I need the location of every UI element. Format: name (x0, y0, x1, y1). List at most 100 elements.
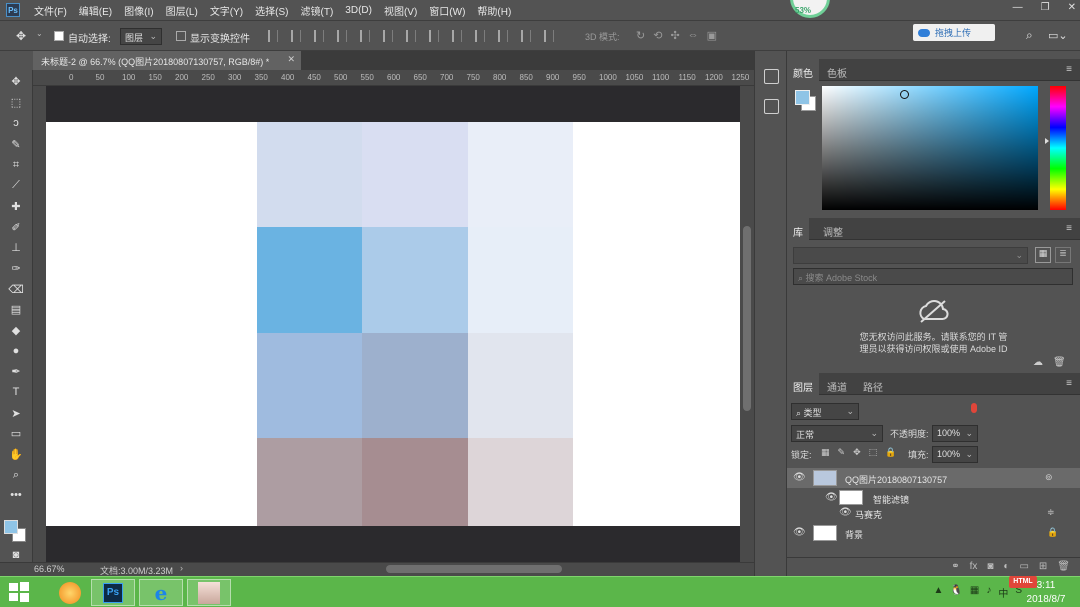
tab-swatches[interactable]: 色板 (821, 59, 853, 81)
distribute-hcenter-icon[interactable] (498, 30, 508, 42)
ime-icon[interactable]: 中 (998, 585, 1008, 600)
tab-color[interactable]: 颜色 (787, 59, 819, 81)
chevron-down-icon[interactable]: ⌄ (36, 29, 43, 38)
crop-tool-icon[interactable]: ⌗ (6, 156, 26, 174)
zoom-level[interactable]: 66.67% (34, 564, 65, 574)
color-panel-foreground[interactable] (795, 90, 810, 105)
panel-menu-icon[interactable]: ≡ (1066, 378, 1072, 389)
hand-tool-icon[interactable]: ✋ (6, 445, 26, 463)
marquee-tool-icon[interactable]: ⬚ (6, 93, 26, 111)
stock-search-input[interactable]: ⌕ 搜索 Adobe Stock (793, 268, 1073, 285)
lock-all-icon[interactable]: 🔒 (885, 447, 896, 458)
menu-filter[interactable]: 滤镜(T) (295, 3, 340, 18)
layer-row-mosaic-filter[interactable]: 👁 马赛克 ≑ (787, 505, 1080, 521)
link-layers-icon[interactable]: ⚭ (951, 561, 959, 575)
eraser-tool-icon[interactable]: ⌫ (6, 280, 26, 298)
cloud-sync-icon[interactable]: ☁ (1033, 357, 1043, 368)
align-top-icon[interactable] (268, 30, 278, 42)
align-right-icon[interactable] (383, 30, 393, 42)
volume-icon[interactable]: ♪ (986, 585, 991, 600)
vertical-scrollbar[interactable] (740, 86, 754, 562)
layer-row-qq-image[interactable]: 👁 QQ图片20180807130757 ⊚ (787, 468, 1080, 488)
add-mask-icon[interactable]: ◙ (987, 561, 993, 575)
panel-menu-icon[interactable]: ≡ (1066, 223, 1072, 234)
lasso-tool-icon[interactable]: ↄ (6, 114, 26, 132)
move-icon[interactable]: ✥ (16, 29, 26, 43)
menu-image[interactable]: 图像(I) (118, 3, 159, 18)
menu-file[interactable]: 文件(F) (28, 3, 73, 18)
type-tool-icon[interactable]: T (6, 383, 26, 401)
search-icon[interactable]: ⌕ (1026, 28, 1033, 43)
show-transform-checkbox[interactable] (176, 31, 186, 41)
eyedropper-tool-icon[interactable]: ⟋ (6, 176, 26, 194)
stamp-tool-icon[interactable]: ⊥ (6, 238, 26, 256)
lock-pixels-icon[interactable]: ✎ (838, 447, 846, 458)
layer-name[interactable]: QQ图片20180807130757 (845, 473, 947, 486)
list-view-icon[interactable]: ≣ (1055, 247, 1071, 263)
dodge-tool-icon[interactable]: ● (6, 342, 26, 360)
distribute-right-icon[interactable] (521, 30, 531, 42)
status-arrow-icon[interactable]: › (180, 563, 183, 573)
show-hidden-icon[interactable]: ▲ (934, 585, 944, 600)
visibility-eye-icon[interactable]: 👁 (839, 507, 852, 518)
path-select-tool-icon[interactable]: ➤ (6, 404, 26, 422)
lock-artboard-icon[interactable]: ⬚ (869, 447, 878, 458)
workspace-icon[interactable]: ▭⌄ (1048, 29, 1068, 42)
menu-view[interactable]: 视图(V) (378, 3, 423, 18)
3d-slide-icon[interactable]: ⇔ (688, 29, 699, 42)
visibility-eye-icon[interactable]: 👁 (825, 492, 838, 503)
filter-toggle-icon[interactable] (971, 403, 977, 413)
tab-libraries[interactable]: 库 (787, 218, 809, 240)
menu-edit[interactable]: 编辑(E) (73, 3, 118, 18)
vertical-scroll-thumb[interactable] (743, 226, 751, 411)
layer-name[interactable]: 马赛克 (855, 508, 882, 521)
menu-select[interactable]: 选择(S) (249, 3, 294, 18)
delete-layer-icon[interactable]: 🗑 (1057, 561, 1070, 575)
menu-3d[interactable]: 3D(D) (339, 5, 378, 16)
network-icon[interactable]: ▦ (970, 585, 979, 600)
foreground-color-swatch[interactable] (4, 520, 18, 534)
new-layer-icon[interactable]: ⊞ (1039, 561, 1047, 575)
quick-select-tool-icon[interactable]: ✎ (6, 135, 26, 153)
distribute-left-icon[interactable] (475, 30, 485, 42)
gradient-tool-icon[interactable]: ▤ (6, 300, 26, 318)
hue-slider[interactable] (1050, 86, 1066, 210)
canvas-area[interactable] (46, 86, 740, 562)
shape-tool-icon[interactable]: ▭ (6, 424, 26, 442)
adjustment-layer-icon[interactable]: ◐ (1003, 561, 1009, 575)
blend-mode-select[interactable]: 正常 ⌄ (791, 425, 883, 442)
blur-tool-icon[interactable]: ◆ (6, 321, 26, 339)
visibility-eye-icon[interactable]: 👁 (793, 527, 806, 538)
distribute-bottom-icon[interactable] (452, 30, 462, 42)
3d-drag-icon[interactable]: ✣ (670, 29, 679, 42)
align-vcenter-icon[interactable] (291, 30, 301, 42)
align-left-icon[interactable] (337, 30, 347, 42)
distribute-vcenter-icon[interactable] (429, 30, 439, 42)
fx-icon[interactable]: fx (970, 561, 978, 575)
auto-align-icon[interactable] (544, 30, 554, 42)
color-picker-cursor[interactable] (900, 90, 909, 99)
properties-icon[interactable] (764, 99, 779, 114)
windows-start-icon[interactable] (8, 581, 30, 603)
healing-tool-icon[interactable]: ✚ (6, 197, 26, 215)
color-spectrum[interactable] (822, 86, 1038, 210)
layer-filter-select[interactable]: ⌕ 类型 ⌄ (791, 403, 859, 420)
opacity-input[interactable]: 100% ⌄ (932, 425, 978, 442)
align-bottom-icon[interactable] (314, 30, 324, 42)
minimize-icon[interactable]: — (1013, 2, 1023, 13)
fill-input[interactable]: 100% ⌄ (932, 446, 978, 463)
hue-slider-arrow-icon[interactable] (1045, 138, 1049, 144)
taskbar-app-photoshop[interactable]: Ps (91, 579, 135, 606)
layer-row-background[interactable]: 👁 背景 🔒 (787, 523, 1080, 543)
align-hcenter-icon[interactable] (360, 30, 370, 42)
auto-select-checkbox[interactable] (54, 31, 64, 41)
3d-rotate-icon[interactable]: ↻ (636, 29, 645, 42)
restore-icon[interactable]: ❐ (1041, 2, 1050, 13)
taskbar-app-ie[interactable]: e (139, 579, 183, 606)
taskbar-app-image[interactable] (187, 579, 231, 606)
qq-icon[interactable]: 🐧 (950, 585, 962, 600)
taskbar-app-media[interactable] (48, 579, 92, 606)
tab-adjustments[interactable]: 调整 (817, 218, 849, 240)
distribute-top-icon[interactable] (406, 30, 416, 42)
move-tool-icon[interactable]: ✥ (6, 72, 26, 90)
